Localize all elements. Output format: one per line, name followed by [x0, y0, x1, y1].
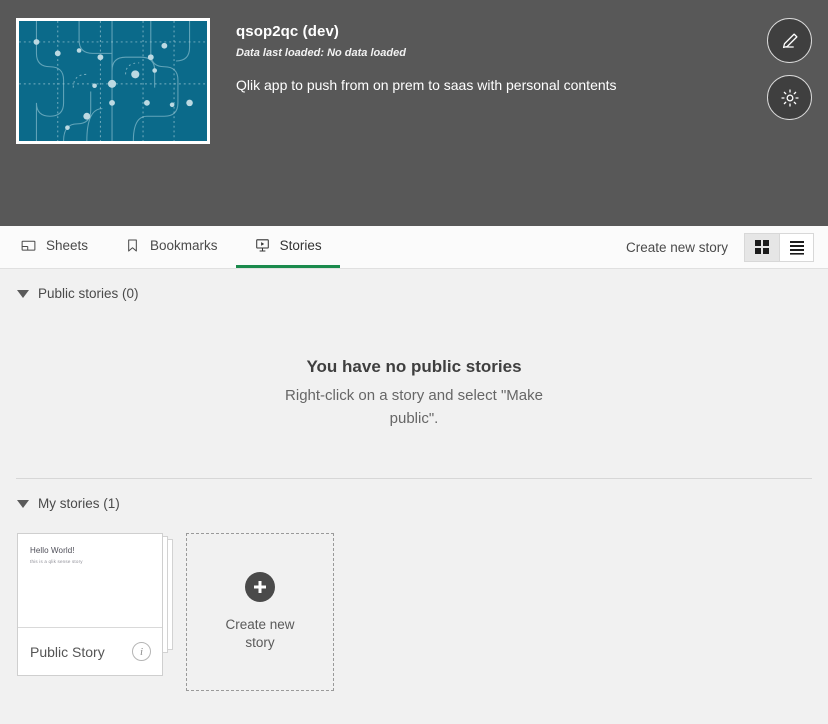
- tab-bookmarks-label: Bookmarks: [150, 238, 218, 253]
- tab-list: Sheets Bookmarks Stories: [14, 226, 340, 268]
- bookmark-icon: [124, 237, 141, 254]
- public-stories-heading: Public stories (0): [38, 286, 139, 301]
- header-actions: [767, 18, 812, 120]
- create-new-story-tile-label: Create new story: [225, 617, 295, 650]
- empty-state-title: You have no public stories: [306, 357, 522, 376]
- grid-icon: [754, 239, 770, 255]
- stories-grid: Hello World! this is a qlik sense story …: [0, 511, 828, 691]
- public-stories-empty-state: You have no public stories Right-click o…: [0, 301, 828, 430]
- story-card[interactable]: Hello World! this is a qlik sense story …: [17, 533, 173, 676]
- app-info: qsop2qc (dev) Data last loaded: No data …: [236, 18, 812, 226]
- chevron-down-icon: [17, 289, 29, 298]
- edit-app-button[interactable]: [767, 18, 812, 63]
- app-header: qsop2qc (dev) Data last loaded: No data …: [0, 0, 828, 226]
- sheet-icon: [20, 237, 37, 254]
- story-title: Public Story: [30, 643, 105, 660]
- tab-stories[interactable]: Stories: [235, 226, 340, 268]
- app-description: Qlik app to push from on prem to saas wi…: [236, 77, 617, 93]
- view-toggle-group: [744, 232, 814, 262]
- info-icon[interactable]: i: [132, 642, 151, 661]
- app-settings-button[interactable]: [767, 75, 812, 120]
- app-thumbnail: [16, 18, 210, 144]
- chevron-down-icon: [17, 499, 29, 508]
- app-tabbar: Sheets Bookmarks Stories Create new stor…: [0, 226, 828, 269]
- tab-stories-label: Stories: [279, 238, 322, 253]
- story-thumbnail-title: Hello World!: [30, 546, 75, 555]
- story-thumbnail: Hello World! this is a qlik sense story: [18, 534, 162, 628]
- story-thumbnail-subtitle: this is a qlik sense story: [30, 559, 83, 564]
- gear-icon: [779, 87, 801, 109]
- app-data-last-loaded: Data last loaded: No data loaded: [236, 47, 406, 59]
- tab-bookmarks[interactable]: Bookmarks: [106, 226, 236, 268]
- create-new-story-link[interactable]: Create new story: [626, 240, 744, 255]
- app-thumbnail-pattern: [19, 21, 207, 141]
- plus-icon: [245, 572, 275, 602]
- tab-sheets-label: Sheets: [46, 238, 89, 253]
- my-stories-section-header[interactable]: My stories (1): [0, 479, 828, 511]
- app-title: qsop2qc (dev): [236, 23, 339, 40]
- story-card-footer: Public Story i: [18, 628, 162, 675]
- tab-sheets[interactable]: Sheets: [14, 226, 106, 268]
- list-view-button[interactable]: [779, 233, 813, 261]
- empty-state-subtitle: Right-click on a story and select "Make …: [285, 387, 543, 427]
- tabbar-actions: Create new story: [626, 226, 814, 268]
- list-icon: [789, 239, 805, 255]
- pencil-icon: [779, 30, 801, 52]
- stories-content: Public stories (0) You have no public st…: [0, 269, 828, 723]
- story-icon: [254, 237, 271, 254]
- create-new-story-tile[interactable]: Create new story: [186, 533, 334, 691]
- grid-view-button[interactable]: [745, 233, 779, 261]
- my-stories-heading: My stories (1): [38, 496, 120, 511]
- story-card-body: Hello World! this is a qlik sense story …: [17, 533, 163, 676]
- public-stories-section-header[interactable]: Public stories (0): [0, 269, 828, 301]
